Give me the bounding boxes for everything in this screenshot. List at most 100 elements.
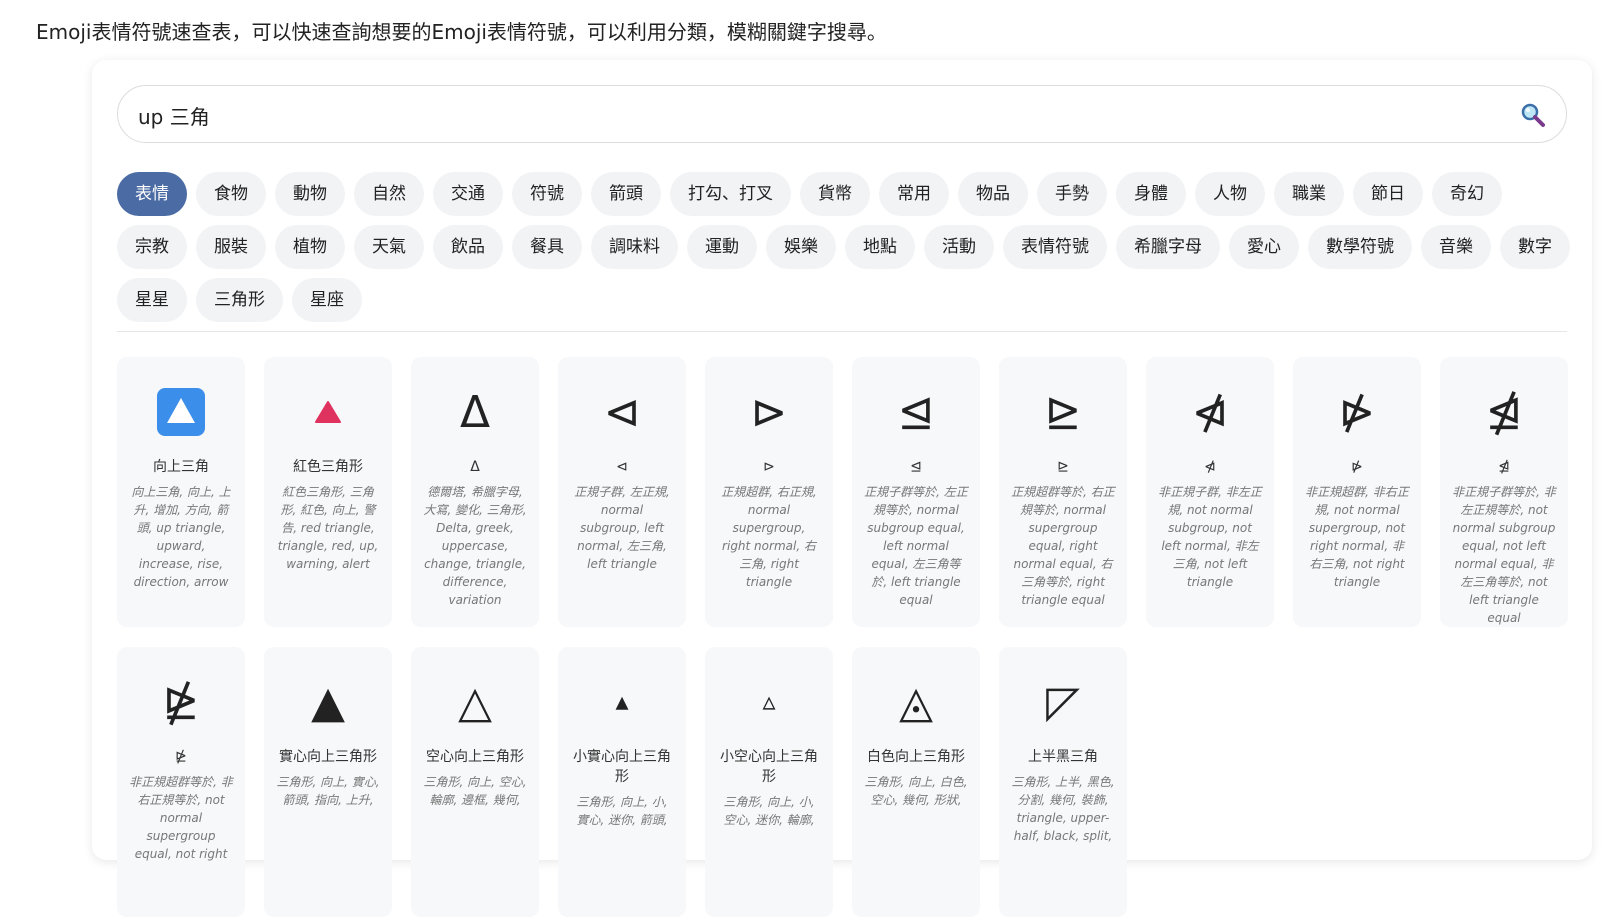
emoji-keywords: 正規超群等於, 右正規等於, normal supergroup equal, … — [1011, 485, 1115, 607]
category-chip[interactable]: 飲品 — [433, 225, 503, 269]
intro-text: Emoji表情符號速查表，可以快速查詢想要的Emoji表情符號，可以利用分類，模… — [36, 20, 887, 44]
category-chip[interactable]: 節日 — [1353, 172, 1423, 216]
category-chip[interactable]: 物品 — [958, 172, 1028, 216]
red-triangle-icon — [276, 377, 380, 447]
category-chip[interactable]: 自然 — [354, 172, 424, 216]
emoji-glyph: Δ — [459, 386, 491, 438]
emoji-glyph: ⊲ — [603, 386, 641, 438]
category-chip[interactable]: 數學符號 — [1308, 225, 1412, 269]
category-chip[interactable]: 星星 — [117, 278, 187, 322]
emoji-keywords: 正規子群, 左正規, normal subgroup, left normal,… — [574, 485, 670, 571]
emoji-name: ⋬ — [1498, 459, 1510, 475]
emoji-card[interactable]: ⋬ ⋬ 非正規子群等於, 非左正規等於, not normal subgroup e… — [1440, 357, 1568, 627]
emoji-name: Δ — [470, 459, 480, 475]
category-chip[interactable]: 數字 — [1500, 225, 1570, 269]
emoji-glyph: ▲ — [311, 676, 345, 728]
emoji-card[interactable]: ◸ 上半黑三角三角形, 上半, 黑色, 分割, 幾何, 裝飾, triangle,… — [999, 647, 1127, 917]
category-chip[interactable]: 活動 — [924, 225, 994, 269]
emoji-card[interactable]: ▵ 小空心向上三角形 三角形, 向上, 小, 空心, 迷你, 輪廓, — [705, 647, 833, 917]
emoji-keywords: 紅色三角形, 三角形, 紅色, 向上, 警告, red triangle, tr… — [277, 485, 379, 571]
emoji-glyph: ◸ — [1046, 676, 1080, 728]
emoji-results-grid: 向上三角向上三角, 向上, 上升, 增加, 方向, 箭頭, up triangl… — [117, 357, 1577, 917]
emoji-card[interactable]: ▲ 實心向上三角形三角形, 向上, 實心, 箭頭, 指向, 上升, — [264, 647, 392, 917]
emoji-glyph: ⊳ — [750, 386, 788, 438]
emoji-name: ⊳ — [763, 459, 775, 475]
emoji-name: 向上三角 — [153, 459, 209, 475]
emoji-glyph: ▴ — [615, 687, 629, 717]
emoji-card[interactable]: 紅色三角形 紅色三角形, 三角形, 紅色, 向上, 警告, red triangl… — [264, 357, 392, 627]
emoji-keywords: 三角形, 上半, 黑色, 分割, 幾何, 裝飾, triangle, upper… — [1011, 775, 1115, 843]
category-chip[interactable]: 運動 — [687, 225, 757, 269]
category-chip[interactable]: 音樂 — [1421, 225, 1491, 269]
emoji-name: 小實心向上三角形 — [573, 749, 671, 785]
emoji-keywords: 三角形, 向上, 實心, 箭頭, 指向, 上升, — [276, 775, 380, 807]
emoji-card[interactable]: ◬ 白色向上三角形 三角形, 向上, 白色, 空心, 幾何, 形狀, — [852, 647, 980, 917]
emoji-name: 實心向上三角形 — [279, 749, 377, 765]
emoji-card[interactable]: ⊳ ⊳ 正規超群, 右正規, normal supergroup, right no… — [705, 357, 833, 627]
category-chip[interactable]: 人物 — [1195, 172, 1265, 216]
category-chip[interactable]: 愛心 — [1229, 225, 1299, 269]
category-chip[interactable]: 娛樂 — [766, 225, 836, 269]
category-chip[interactable]: 身體 — [1116, 172, 1186, 216]
emoji-panel: 表情食物動物自然交通符號箭頭打勾、打叉貨幣常用物品手勢身體人物職業節日奇幻宗教服… — [92, 60, 1592, 917]
category-chip[interactable]: 常用 — [879, 172, 949, 216]
emoji-glyph: ⋫ — [1338, 386, 1376, 438]
emoji-card[interactable]: ⊲ ⊲ 正規子群, 左正規, normal subgroup, left norma… — [558, 357, 686, 627]
emoji-keywords: 非正規超群, 非右正規, not normal supergroup, not … — [1305, 485, 1409, 589]
category-chip[interactable]: 星座 — [292, 278, 362, 322]
search-icon[interactable] — [1520, 102, 1546, 128]
category-chip[interactable]: 動物 — [275, 172, 345, 216]
emoji-keywords: 正規子群等於, 左正規等於, normal subgroup equal, le… — [864, 485, 968, 607]
up-triangle-button-icon — [129, 377, 233, 447]
category-chip[interactable]: 天氣 — [354, 225, 424, 269]
category-chip[interactable]: 植物 — [275, 225, 345, 269]
emoji-card[interactable]: ⋭ ⋭ 非正規超群等於, 非右正規等於, not normal supergroup… — [117, 647, 245, 917]
category-chip[interactable]: 宗教 — [117, 225, 187, 269]
emoji-glyph: ⋭ — [162, 676, 200, 728]
emoji-keywords: 三角形, 向上, 白色, 空心, 幾何, 形狀, — [864, 775, 968, 807]
category-chip[interactable]: 希臘字母 — [1116, 225, 1220, 269]
emoji-name: ⊲ — [616, 459, 628, 475]
category-chip[interactable]: 箭頭 — [591, 172, 661, 216]
emoji-glyph: ⋬ — [1485, 386, 1523, 438]
search-box[interactable] — [117, 85, 1567, 144]
category-chip[interactable]: 食物 — [196, 172, 266, 216]
emoji-card[interactable]: ⊴ ⊴ 正規子群等於, 左正規等於, normal subgroup equal, … — [852, 357, 980, 627]
emoji-keywords: 非正規超群等於, 非右正規等於, not normal supergroup e… — [129, 775, 233, 861]
emoji-keywords: 向上三角, 向上, 上升, 增加, 方向, 箭頭, up triangle, u… — [131, 485, 231, 589]
category-chip[interactable]: 調味料 — [591, 225, 678, 269]
emoji-glyph: ⊵ — [1044, 386, 1082, 438]
category-chip[interactable]: 地點 — [845, 225, 915, 269]
emoji-card[interactable]: ⋪ ⋪ 非正規子群, 非左正規, not normal subgroup, not … — [1146, 357, 1274, 627]
category-chip[interactable]: 奇幻 — [1432, 172, 1502, 216]
emoji-card[interactable]: ▴ 小實心向上三角形 三角形, 向上, 小, 實心, 迷你, 箭頭, — [558, 647, 686, 917]
emoji-card[interactable]: ⋫ ⋫ 非正規超群, 非右正規, not normal supergroup, no… — [1293, 357, 1421, 627]
emoji-name: ⊵ — [1057, 459, 1069, 475]
category-chip[interactable]: 符號 — [512, 172, 582, 216]
emoji-glyph: ◬ — [899, 676, 933, 728]
emoji-keywords: 非正規子群, 非左正規, not normal subgroup, not le… — [1158, 485, 1262, 589]
category-chip[interactable]: 表情符號 — [1003, 225, 1107, 269]
category-chip[interactable]: 表情 — [117, 172, 187, 216]
emoji-glyph: △ — [458, 676, 492, 728]
emoji-card[interactable]: 向上三角向上三角, 向上, 上升, 增加, 方向, 箭頭, up triangl… — [117, 357, 245, 627]
category-chip[interactable]: 餐具 — [512, 225, 582, 269]
category-chip[interactable]: 交通 — [433, 172, 503, 216]
emoji-keywords: 三角形, 向上, 空心, 輪廓, 邊框, 幾何, — [423, 775, 527, 807]
emoji-glyph: ▵ — [762, 687, 776, 717]
emoji-card[interactable]: △ 空心向上三角形三角形, 向上, 空心, 輪廓, 邊框, 幾何, — [411, 647, 539, 917]
emoji-card[interactable]: Δ Δ 德爾塔, 希臘字母, 大寫, 變化, 三角形, Delta, greek, … — [411, 357, 539, 627]
emoji-card[interactable]: ⊵ ⊵ 正規超群等於, 右正規等於, normal supergroup equal… — [999, 357, 1127, 627]
category-chip[interactable]: 服裝 — [196, 225, 266, 269]
category-chip[interactable]: 職業 — [1274, 172, 1344, 216]
category-chip[interactable]: 手勢 — [1037, 172, 1107, 216]
emoji-name: ⋫ — [1351, 459, 1363, 475]
category-chip[interactable]: 三角形 — [196, 278, 283, 322]
emoji-name: ⋭ — [175, 749, 187, 765]
emoji-name: 上半黑三角 — [1028, 749, 1098, 765]
category-chip[interactable]: 貨幣 — [800, 172, 870, 216]
category-chip[interactable]: 打勾、打叉 — [670, 172, 791, 216]
search-input[interactable] — [136, 86, 1480, 144]
emoji-name: ⊴ — [910, 459, 922, 475]
emoji-name: 空心向上三角形 — [426, 749, 524, 765]
